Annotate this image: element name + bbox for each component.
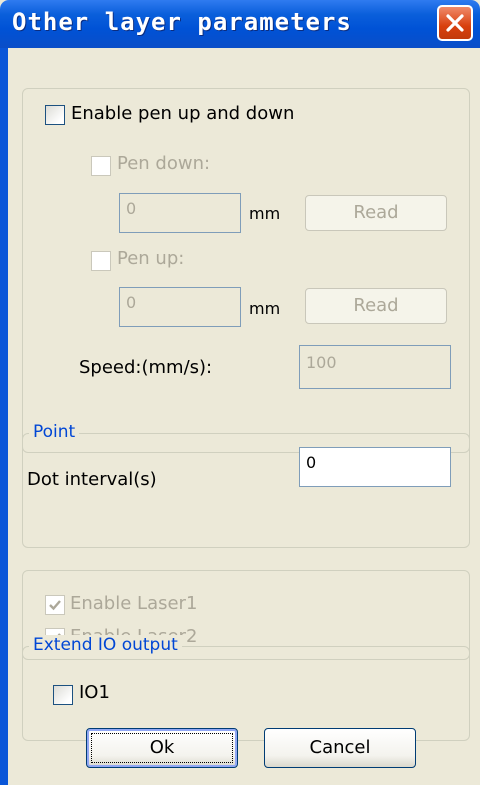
close-icon [446, 14, 464, 32]
pen-up-input[interactable]: 0 [119, 287, 241, 327]
pen-down-input[interactable]: 0 [119, 193, 241, 233]
checkmark-icon [49, 600, 61, 611]
pen-up-unit: mm [249, 299, 281, 318]
enable-pen-checkbox[interactable] [45, 105, 65, 125]
dot-interval-label: Dot interval(s) [27, 469, 157, 490]
io-group: Extend IO output IO1 [22, 635, 470, 741]
pen-down-unit: mm [249, 204, 281, 223]
pen-up-label: Pen up: [117, 248, 185, 269]
pen-up-read-label: Read [353, 295, 399, 316]
point-legend: Point [29, 422, 80, 442]
ok-button[interactable]: Ok [86, 728, 238, 768]
dialog-window: Other layer parameters Enable pen up and… [0, 0, 480, 785]
dialog-body: Enable pen up and down Pen down: 0 mm Re… [8, 48, 480, 785]
pen-up-checkbox[interactable] [91, 251, 111, 271]
dot-interval-input[interactable]: 0 [299, 447, 451, 487]
laser1-label: Enable Laser1 [70, 593, 198, 614]
pen-group: Enable pen up and down Pen down: 0 mm Re… [22, 88, 470, 453]
window-frame [0, 48, 8, 785]
title-bar[interactable]: Other layer parameters [0, 0, 480, 48]
pen-down-checkbox[interactable] [91, 156, 111, 176]
laser1-checkbox[interactable] [45, 595, 65, 615]
io-legend: Extend IO output [29, 635, 182, 655]
point-group: Point Dot interval(s) 0 [22, 422, 470, 548]
pen-down-label: Pen down: [117, 153, 211, 174]
ok-label: Ok [149, 737, 175, 758]
cancel-label: Cancel [309, 737, 371, 758]
pen-down-read-label: Read [353, 202, 399, 223]
speed-label: Speed:(mm/s): [79, 357, 213, 378]
cancel-button[interactable]: Cancel [264, 728, 416, 768]
pen-down-read-button[interactable]: Read [305, 195, 447, 231]
close-button[interactable] [437, 5, 473, 41]
speed-input[interactable]: 100 [299, 345, 451, 389]
io1-label: IO1 [79, 682, 110, 703]
enable-pen-label: Enable pen up and down [71, 103, 295, 124]
dialog-title: Other layer parameters [12, 8, 352, 36]
pen-up-read-button[interactable]: Read [305, 288, 447, 324]
io1-checkbox[interactable] [53, 685, 73, 705]
